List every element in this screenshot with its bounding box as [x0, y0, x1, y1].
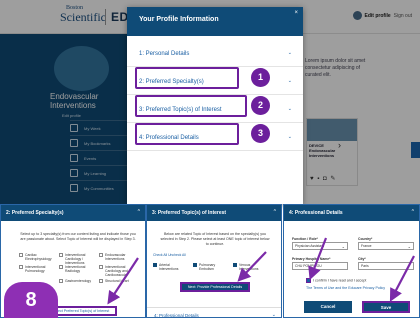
hospital-input[interactable]: CHU POMPIDOU	[292, 262, 348, 270]
checkbox-label: Cardiac Electrophysiology	[25, 253, 52, 261]
chevron-down-icon: ⌄	[287, 50, 292, 56]
accordion-professional-details-collapsed[interactable]: 4: Professional Details ⌄	[147, 307, 281, 318]
checkbox[interactable]	[59, 279, 63, 283]
check-links: Check All Uncheck All	[153, 253, 186, 257]
specialty-options-row: Interventional Pulmonology Interventiona…	[19, 265, 135, 277]
specialty-options-row: Cardiac Electrophysiology Interventional…	[19, 253, 135, 265]
agree-checkbox[interactable]	[306, 278, 311, 283]
topic-options: Arterial Interventions Pulmonary Embolis…	[153, 263, 269, 271]
uncheck-all-link[interactable]: Uncheck All	[168, 253, 186, 257]
select-value: Physician Assistant	[295, 244, 325, 248]
accordion-personal-details[interactable]: 1: Personal Details ⌄	[127, 41, 303, 67]
city-input[interactable]: Paris	[358, 262, 414, 270]
check-all-link[interactable]: Check All	[153, 253, 167, 257]
agree-label: I confirm I have read and I accept	[313, 278, 367, 283]
chevron-up-icon[interactable]: ^	[412, 209, 414, 215]
topic-checkbox[interactable]: Pulmonary Embolism	[193, 263, 229, 271]
panel-header[interactable]: 2: Preferred Specialty(s) ^	[1, 205, 145, 221]
checkbox-label: Interventional Cardiology and Cardiovasc…	[105, 265, 128, 277]
checkbox-label: Gastroenterology	[65, 279, 92, 283]
panel-title: 2: Preferred Specialty(s)	[6, 210, 64, 216]
checkbox-label: Endovascular Interventions	[105, 253, 126, 261]
checkbox-label: Arterial Interventions	[159, 263, 179, 271]
checkbox-checked[interactable]	[193, 263, 197, 267]
step-number-badge: 8	[4, 282, 58, 318]
step-badge: 1	[251, 68, 270, 87]
city-field: City* Paris	[358, 257, 414, 270]
specialty-checkbox[interactable]: Endovascular Interventions	[99, 253, 135, 265]
modal-title: Your Profile Information	[139, 16, 219, 23]
terms-agreement[interactable]: I confirm I have read and I accept	[306, 278, 416, 283]
chevron-down-icon: ⌄	[407, 244, 411, 249]
checkbox-label: Structural Heart	[105, 279, 129, 283]
chevron-down-icon: ⌄	[271, 312, 276, 318]
panel-intro: Select up to 3 specialty(s) from our con…	[20, 232, 136, 241]
professional-panel: 4: Professional Details ^ Function / Rol…	[283, 204, 420, 318]
chevron-down-icon: ⌄	[287, 78, 292, 84]
highlight-box	[135, 123, 239, 145]
specialty-checkbox[interactable]: Interventional Radiology	[59, 265, 95, 277]
checkbox[interactable]	[59, 253, 63, 257]
specialty-checkbox[interactable]: Interventional Cardiology / Intervention…	[59, 253, 95, 265]
checkbox-label: Pulmonary Embolism	[199, 263, 216, 271]
checkbox-label: Interventional Pulmonology	[25, 265, 46, 273]
specialty-checkbox[interactable]: Interventional Cardiology and Cardiovasc…	[99, 265, 135, 277]
checkbox-label: Venous Interventions	[239, 263, 259, 271]
checkbox-checked[interactable]	[153, 263, 157, 267]
profile-modal: Your Profile Information × 1: Personal D…	[127, 7, 303, 204]
specialty-checkbox[interactable]: Interventional Pulmonology	[19, 265, 55, 277]
checkbox[interactable]	[99, 265, 103, 269]
modal-header: Your Profile Information ×	[127, 7, 303, 36]
chevron-up-icon[interactable]: ^	[274, 209, 276, 215]
step-badge: 3	[251, 124, 270, 143]
topics-panel: 3: Preferred Topic(s) of Interest ^ Belo…	[146, 204, 282, 318]
accordion-label: 1: Personal Details	[139, 51, 190, 57]
topic-checkbox[interactable]: Arterial Interventions	[153, 263, 189, 271]
function-role-field: Function / Role* Physician Assistant ⌄	[292, 237, 348, 250]
checkbox[interactable]	[99, 253, 103, 257]
chevron-up-icon[interactable]: ^	[138, 209, 140, 215]
chevron-down-icon: ⌄	[287, 134, 292, 140]
panel-header[interactable]: 4: Professional Details ^	[284, 205, 419, 221]
highlight-box	[135, 95, 247, 117]
next-professional-details-button[interactable]: Next: Provide Professional Details	[180, 282, 250, 292]
checkbox[interactable]	[59, 265, 63, 269]
field-label: Country*	[358, 237, 373, 241]
specialty-checkbox[interactable]: Gastroenterology	[59, 279, 95, 283]
select-value: France	[361, 244, 372, 248]
panel-title: 3: Preferred Topic(s) of Interest	[152, 210, 227, 216]
checkbox[interactable]	[19, 253, 23, 257]
accordion-label: 4: Professional Details	[154, 313, 199, 318]
country-select[interactable]: France ⌄	[358, 242, 414, 250]
specialty-checkbox[interactable]: Cardiac Electrophysiology	[19, 253, 55, 265]
terms-link[interactable]: The Terms of Use and the Educare Privacy…	[306, 286, 385, 290]
country-field: Country* France ⌄	[358, 237, 414, 250]
panel-title: 4: Professional Details	[289, 210, 343, 216]
panel-intro: Below are related Topic of Interest base…	[160, 232, 270, 246]
field-label: Primary Hospital Name*	[292, 257, 331, 261]
hospital-field: Primary Hospital Name* CHU POMPIDOU	[292, 257, 348, 270]
topic-checkbox[interactable]: Venous Interventions	[233, 263, 269, 271]
specialty-checkbox[interactable]: Structural Heart	[99, 279, 135, 283]
chevron-down-icon: ⌄	[287, 106, 292, 112]
checkbox[interactable]	[19, 265, 23, 269]
field-label: Function / Role*	[292, 237, 318, 241]
close-icon[interactable]: ×	[294, 10, 298, 16]
checkbox-checked[interactable]	[233, 263, 237, 267]
step-badge: 2	[251, 96, 270, 115]
checkbox[interactable]	[99, 279, 103, 283]
highlight-box	[135, 67, 239, 89]
checkbox-label: Interventional Radiology	[65, 265, 86, 273]
cancel-button[interactable]: Cancel	[304, 301, 352, 313]
chevron-down-icon: ⌄	[341, 244, 345, 249]
panel-header[interactable]: 3: Preferred Topic(s) of Interest ^	[147, 205, 281, 221]
save-button[interactable]: Save	[362, 301, 410, 313]
checkbox-label: Interventional Cardiology / Intervention…	[65, 253, 86, 265]
field-label: City*	[358, 257, 366, 261]
function-role-select[interactable]: Physician Assistant ⌄	[292, 242, 348, 250]
